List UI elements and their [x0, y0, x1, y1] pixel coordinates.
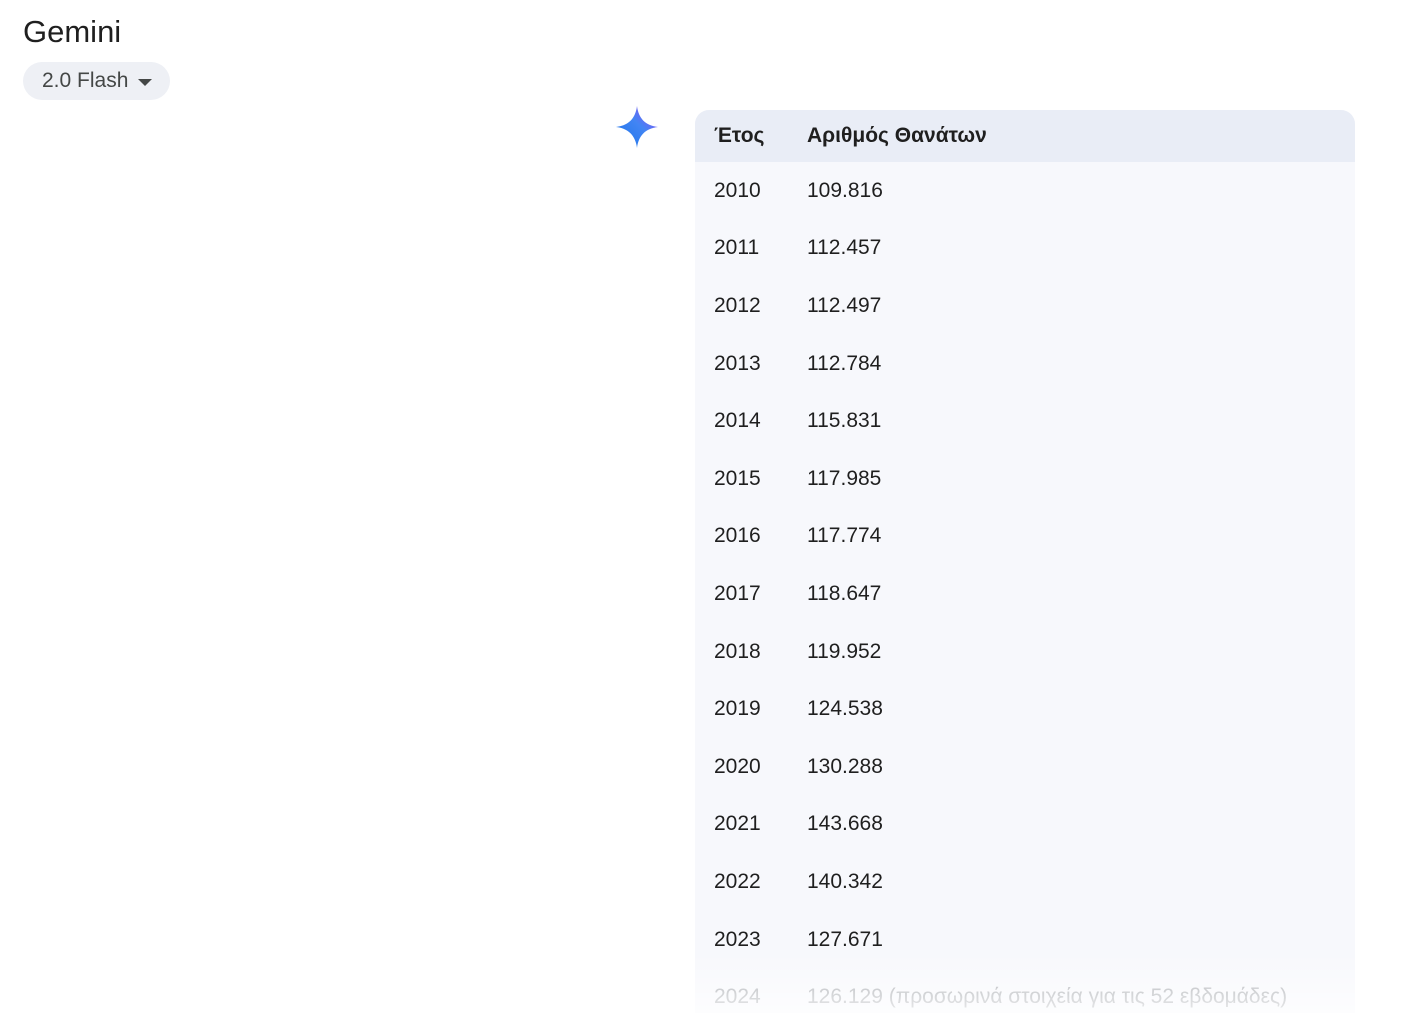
cell-year: 2017	[714, 581, 761, 605]
table-row: 2011 112.457	[695, 220, 1355, 278]
cell-deaths: 112.784	[807, 351, 882, 375]
cell-year: 2010	[714, 178, 761, 202]
cell-year: 2015	[714, 466, 761, 490]
table-row: 2013 112.784	[695, 335, 1355, 393]
cell-deaths: 117.985	[807, 466, 882, 490]
cell-year: 2013	[714, 351, 761, 375]
cell-deaths: 126.129 (προσωρινά στοιχεία για τις 52 ε…	[807, 985, 1288, 1009]
column-header-deaths: Αριθμός Θανάτων	[807, 124, 987, 147]
cell-deaths: 124.538	[807, 697, 883, 721]
cell-deaths: 117.774	[807, 524, 882, 548]
cell-year: 2021	[714, 812, 761, 836]
cell-deaths: 112.457	[807, 236, 882, 260]
gemini-app: Gemini 2.0 Flash Έτος Αριθμός Θανάτων 20…	[0, 0, 1420, 1013]
table-row: 2016 117.774	[695, 508, 1355, 566]
cell-year: 2011	[714, 236, 760, 260]
table-row: 2014 115.831	[695, 392, 1355, 450]
cell-year: 2020	[714, 754, 761, 778]
cell-deaths: 112.497	[807, 293, 882, 317]
table-row: 2019 124.538	[695, 680, 1355, 738]
table-body: 2010 109.816 2011 112.457 2012 112.497 2013 112…	[695, 162, 1355, 1013]
table-row: 2024 126.129 (προσωρινά στοιχεία για τις …	[695, 968, 1355, 1013]
model-selector-button[interactable]: 2.0 Flash	[23, 62, 171, 100]
table-row: 2020 130.288	[695, 738, 1355, 796]
cell-deaths: 143.668	[807, 812, 883, 836]
chevron-down-icon	[138, 78, 153, 86]
cell-deaths: 130.288	[807, 754, 883, 778]
cell-deaths: 140.342	[807, 869, 883, 893]
table-row: 2018 119.952	[695, 623, 1355, 681]
cell-year: 2018	[714, 639, 761, 663]
table-row: 2023 127.671	[695, 911, 1355, 969]
table-header: Έτος Αριθμός Θανάτων	[695, 110, 1355, 162]
cell-year: 2016	[714, 524, 761, 548]
model-label: 2.0 Flash	[42, 69, 129, 92]
cell-deaths: 118.647	[807, 581, 882, 605]
column-header-year: Έτος	[714, 124, 765, 147]
table-row: 2010 109.816	[695, 162, 1355, 220]
table-row: 2015 117.985	[695, 450, 1355, 508]
table-row: 2012 112.497	[695, 277, 1355, 335]
cell-deaths: 109.816	[807, 178, 883, 202]
cell-year: 2012	[714, 293, 761, 317]
table-row: 2021 143.668	[695, 796, 1355, 854]
cell-year: 2024	[714, 985, 761, 1009]
table-row: 2017 118.647	[695, 565, 1355, 623]
cell-year: 2019	[714, 697, 761, 721]
gemini-spark-icon	[616, 106, 658, 148]
cell-year: 2014	[714, 409, 761, 433]
data-table: Έτος Αριθμός Θανάτων 2010 109.816 2011 112.…	[695, 110, 1355, 1013]
cell-deaths: 115.831	[807, 409, 882, 433]
cell-year: 2022	[714, 869, 761, 893]
table-row: 2022 140.342	[695, 853, 1355, 911]
cell-year: 2023	[714, 927, 761, 951]
app-title: Gemini	[23, 14, 122, 49]
cell-deaths: 127.671	[807, 927, 883, 951]
cell-deaths: 119.952	[807, 639, 882, 663]
